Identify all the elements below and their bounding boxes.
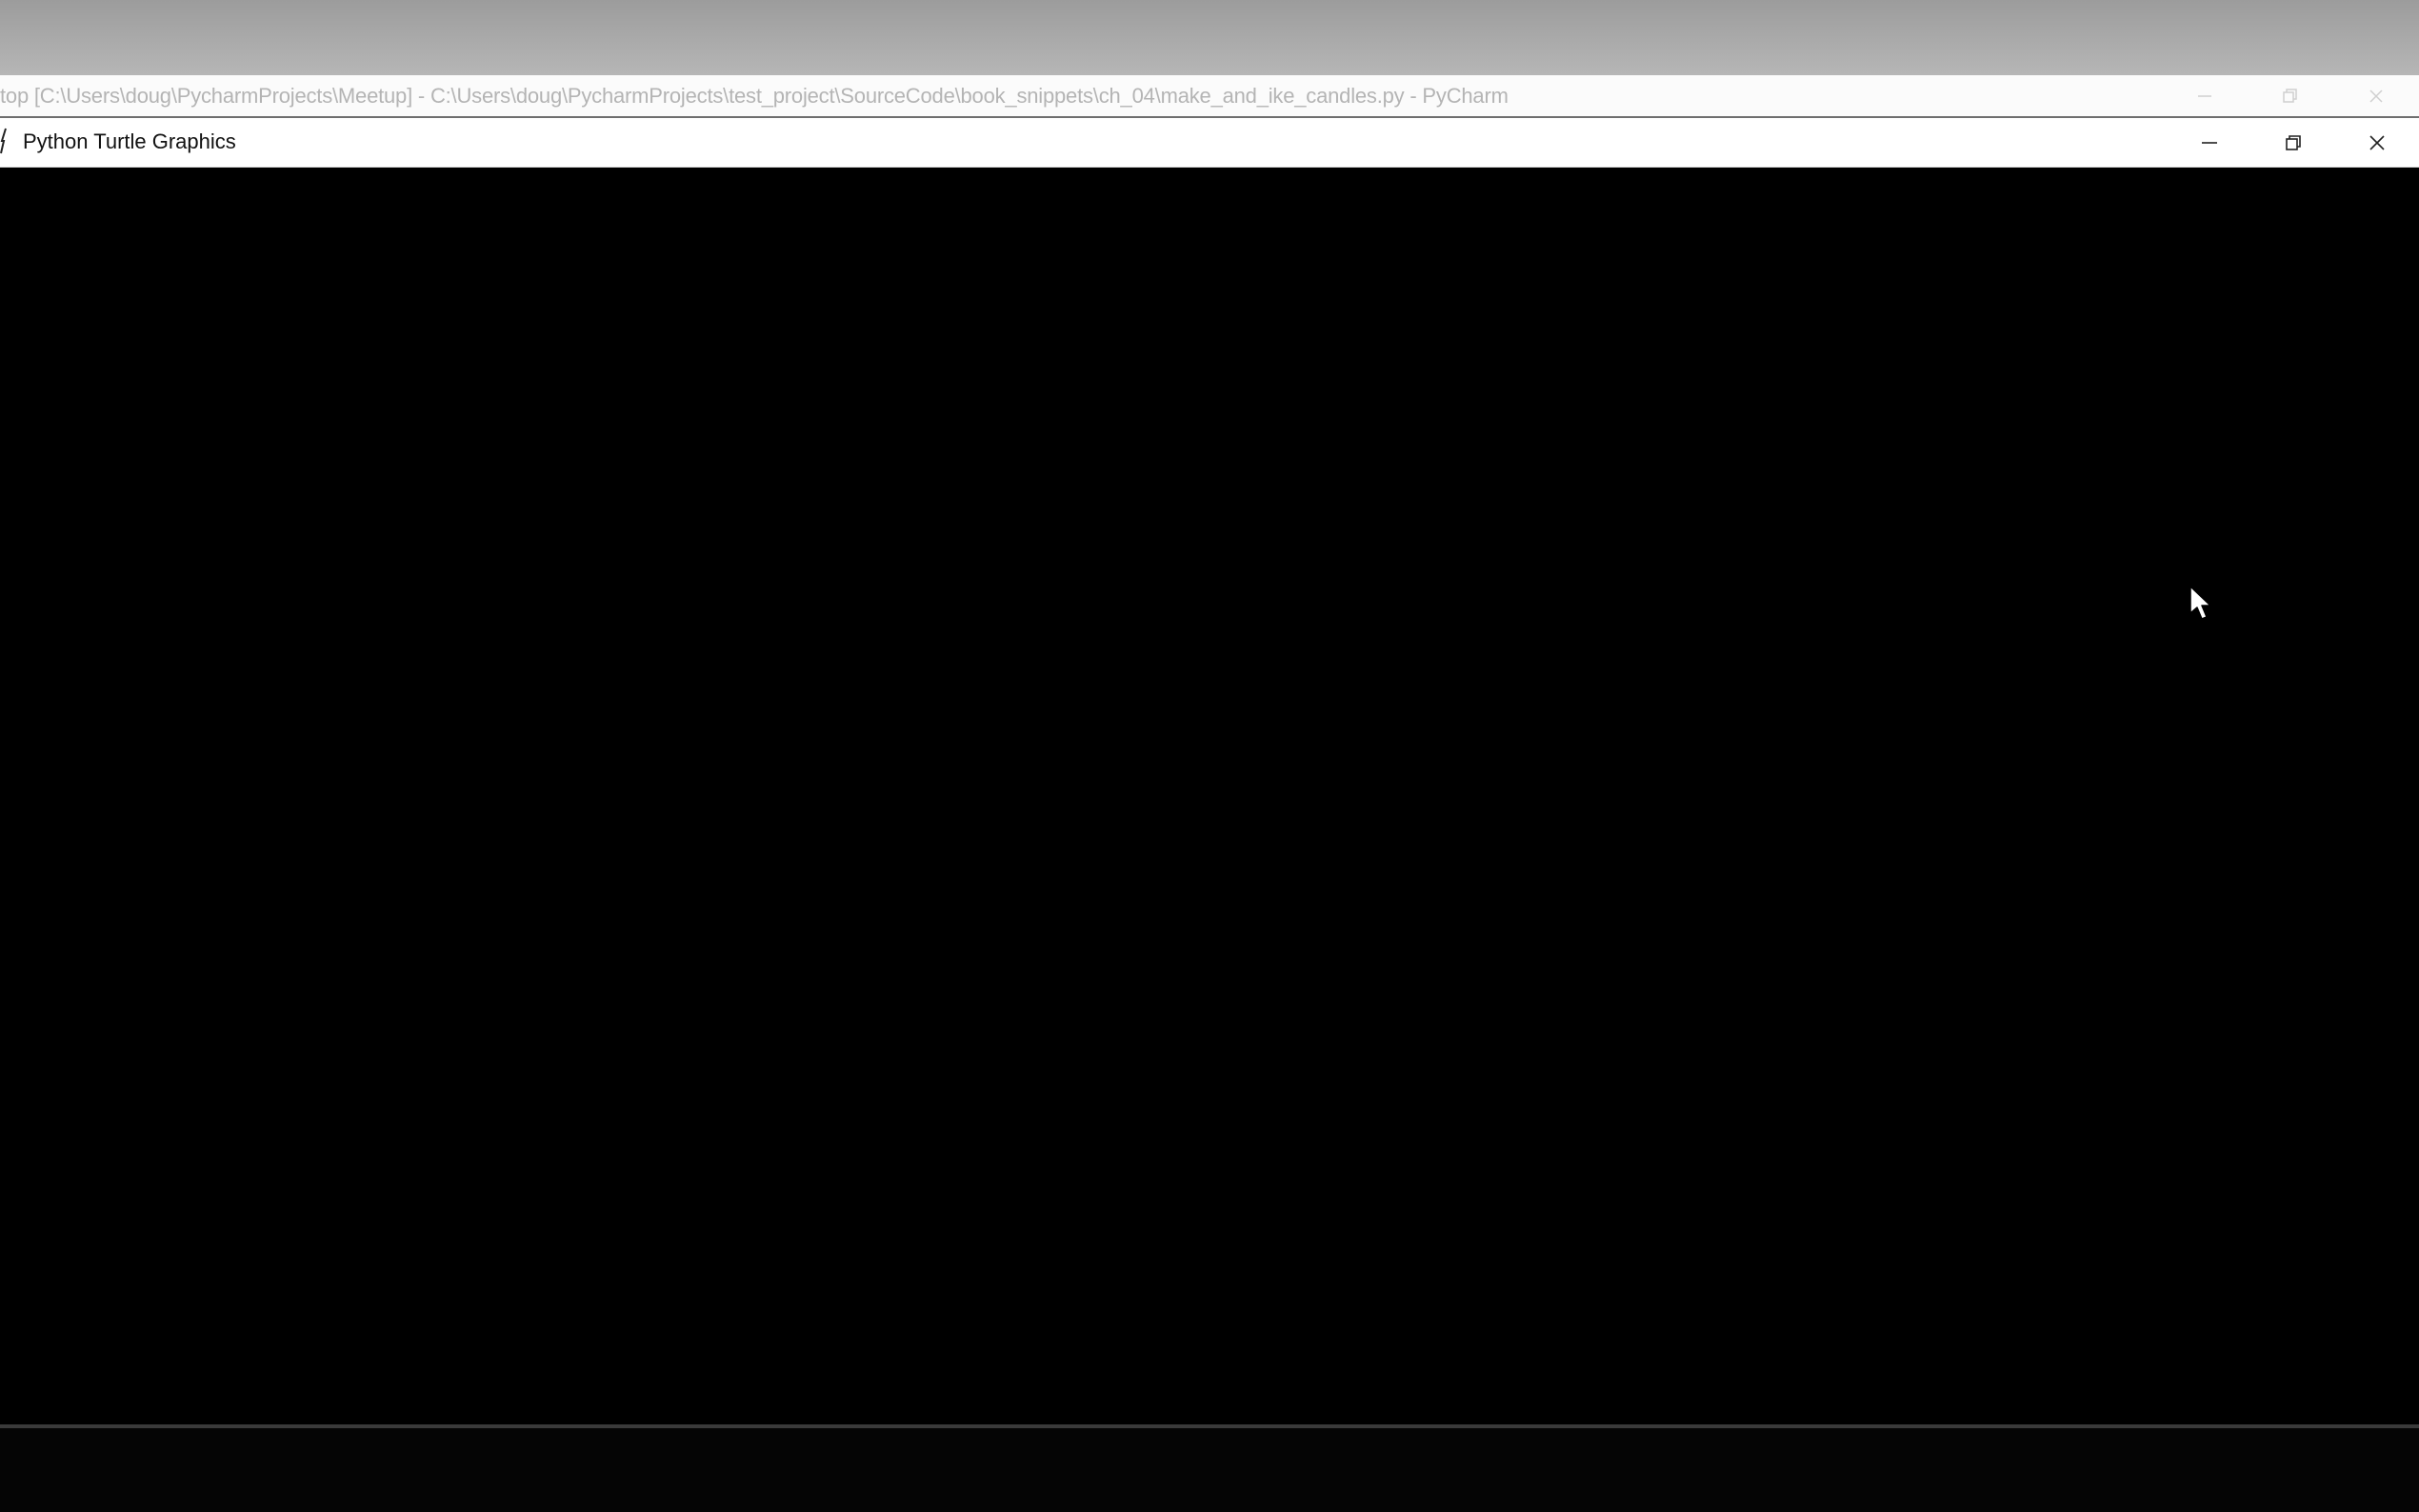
- turtle-window-controls: [2168, 118, 2419, 167]
- turtle-titlebar[interactable]: Python Turtle Graphics: [0, 118, 2419, 168]
- minimize-icon[interactable]: [2168, 118, 2251, 167]
- turtle-window-title: Python Turtle Graphics: [23, 129, 236, 153]
- close-icon[interactable]: [2335, 118, 2419, 167]
- restore-icon[interactable]: [2248, 75, 2333, 116]
- turtle-canvas[interactable]: [0, 168, 2419, 1424]
- bottom-area: [0, 1428, 2419, 1512]
- pycharm-window-controls: [2162, 75, 2419, 116]
- minimize-icon[interactable]: [2162, 75, 2248, 116]
- restore-icon[interactable]: [2251, 118, 2335, 167]
- pycharm-titlebar[interactable]: top [C:\Users\doug\PycharmProjects\Meetu…: [0, 75, 2419, 118]
- close-icon[interactable]: [2333, 75, 2419, 116]
- feather-icon: [0, 128, 8, 154]
- desktop-top-strip: [0, 0, 2419, 75]
- pycharm-window-title: top [C:\Users\doug\PycharmProjects\Meetu…: [0, 84, 1509, 108]
- mouse-pointer-icon: [2189, 585, 2213, 623]
